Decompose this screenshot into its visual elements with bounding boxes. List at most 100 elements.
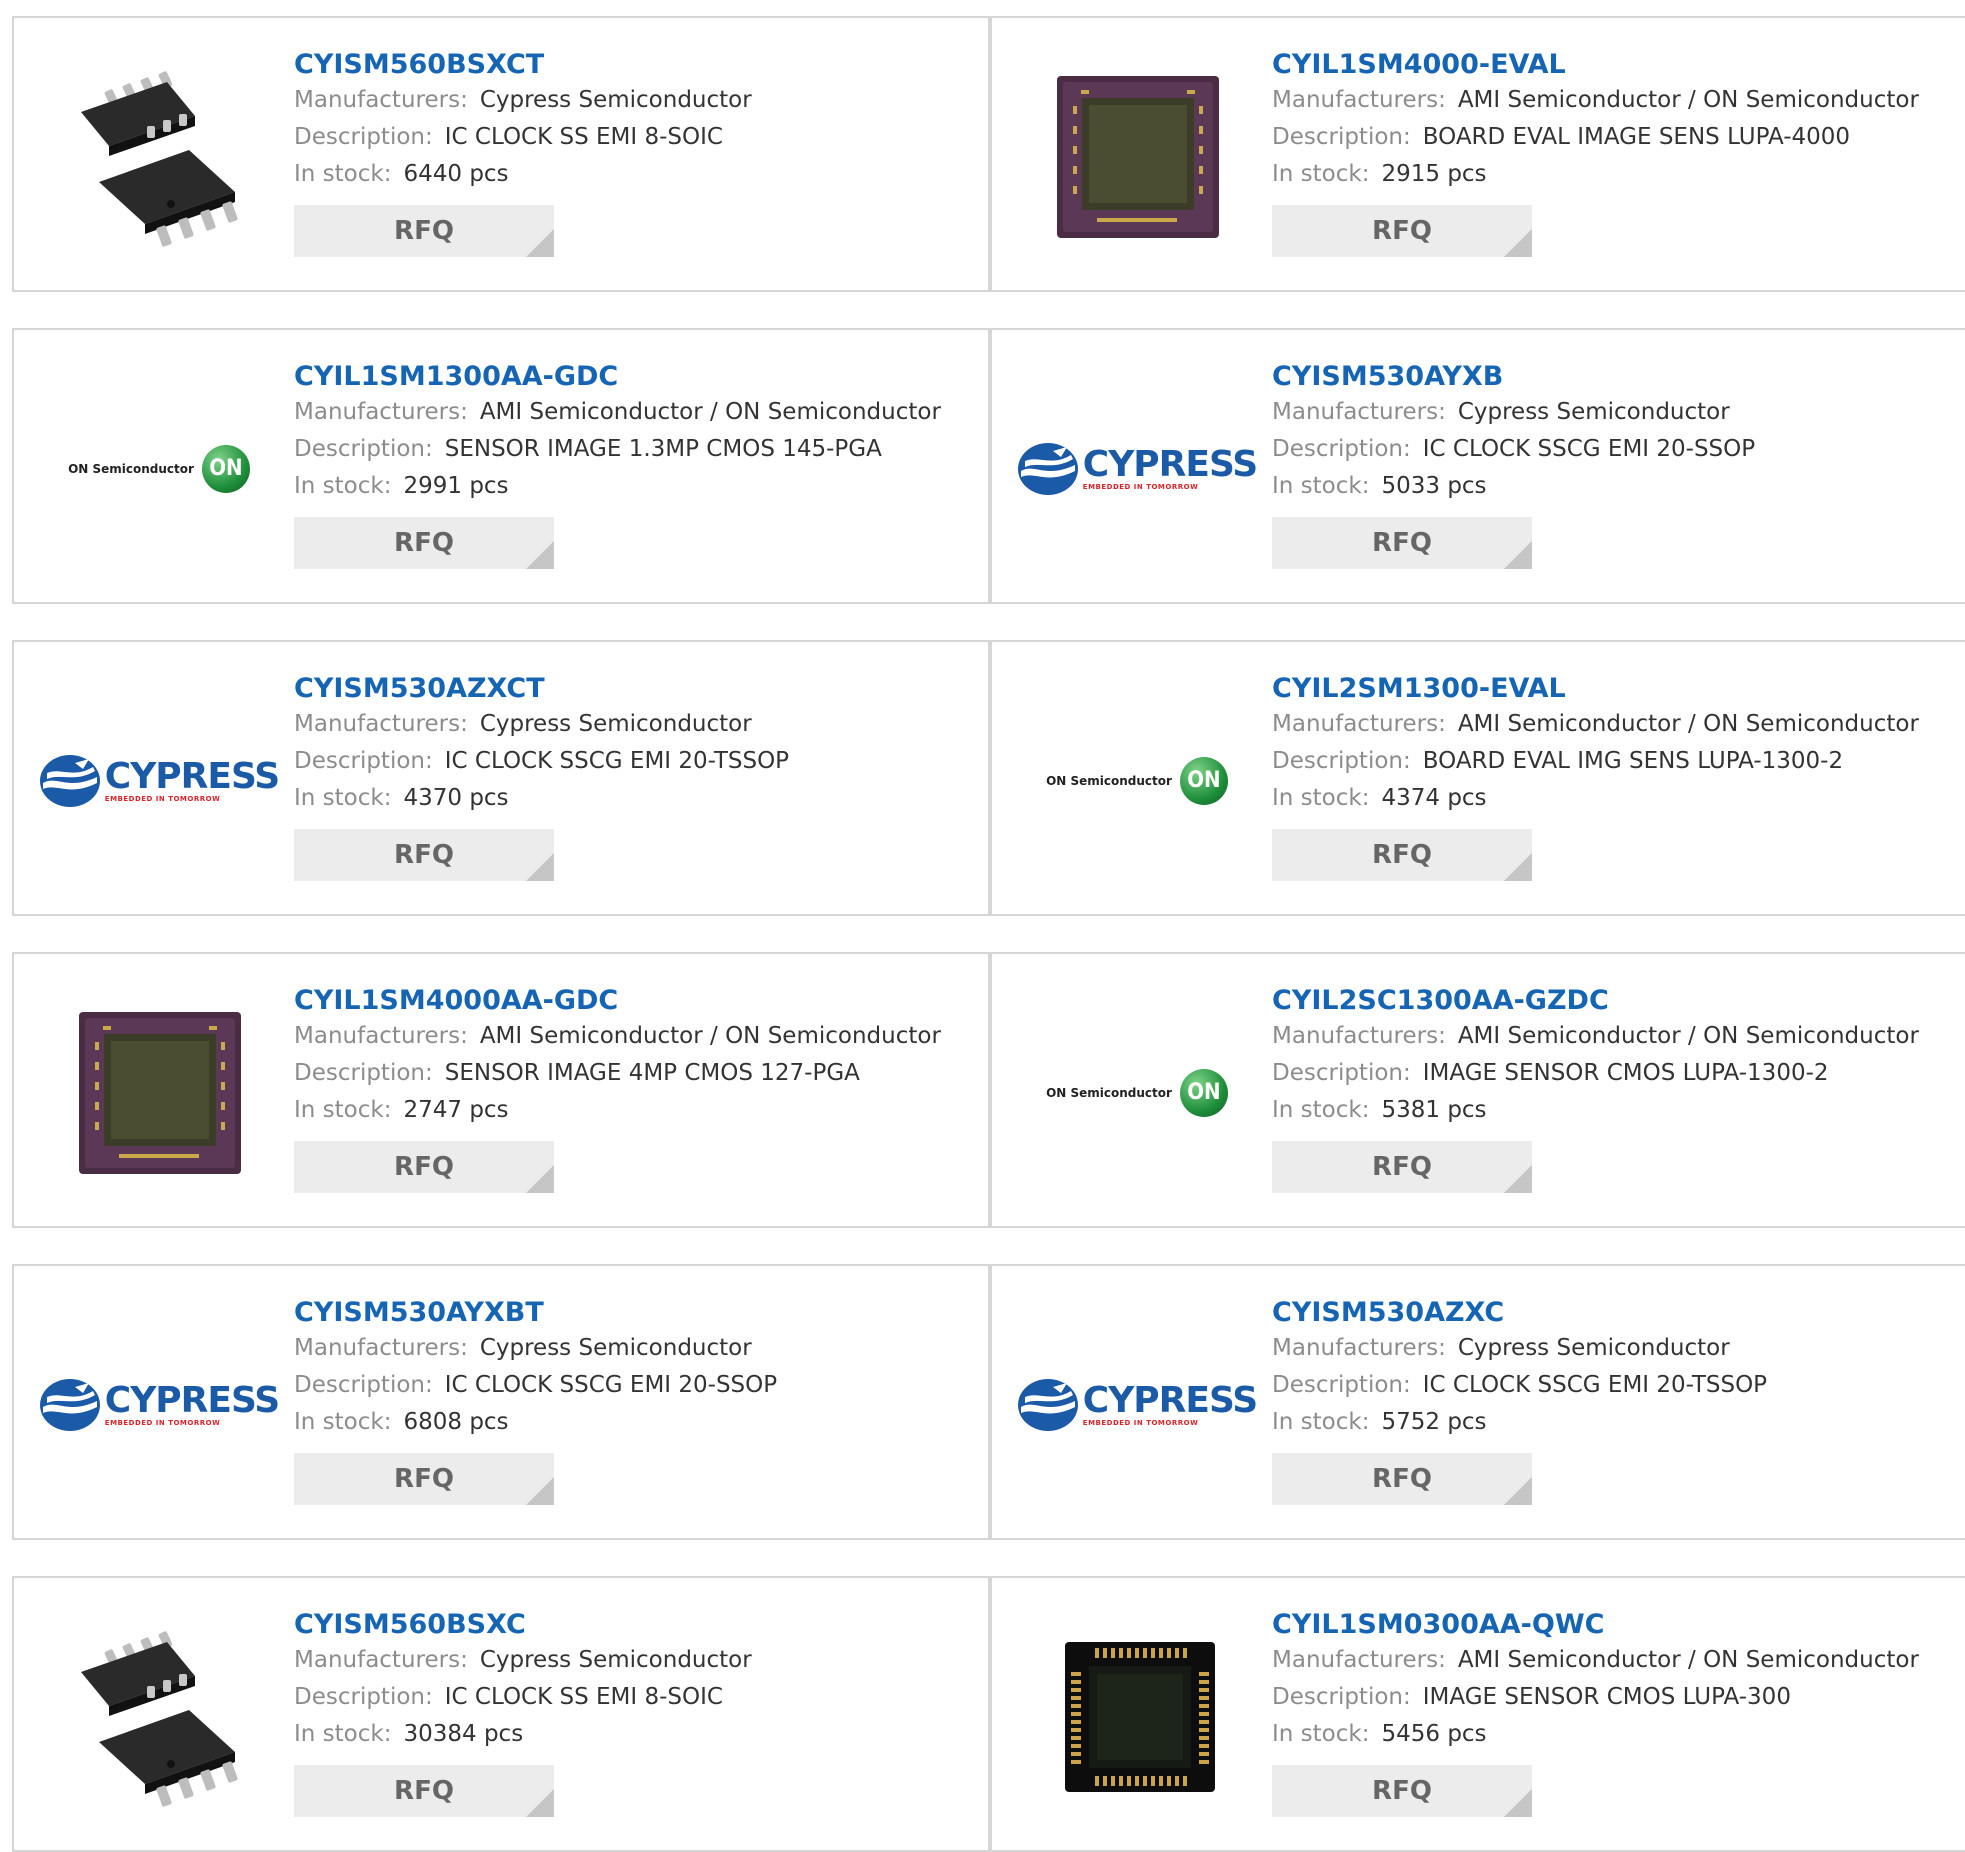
description-label: Description: [294,748,433,774]
manufacturer-row: Manufacturers: AMI Semiconductor / ON Sem… [1272,82,1965,119]
part-number-link[interactable]: CYISM530AYXBT [294,1296,978,1330]
description-label: Description: [1272,436,1411,462]
description-row: Description: BOARD EVAL IMG SENS LUPA-130… [1272,743,1965,780]
stock-value: 4370 pcs [403,785,509,811]
description-value: BOARD EVAL IMAGE SENS LUPA-4000 [1422,124,1851,150]
stock-row: In stock: 2747 pcs [294,1092,978,1129]
rfq-label: RFQ [1372,528,1432,558]
image-sensor-chip-image[interactable] [54,990,264,1195]
product-info: CYIL2SM1300-EVAL Manufacturers: AMI Semico… [1272,672,1965,881]
manufacturer-row: Manufacturers: Cypress Semiconductor [294,82,978,119]
manufacturer-value: Cypress Semiconductor [479,1647,752,1673]
part-number-link[interactable]: CYIL2SM1300-EVAL [1272,672,1965,706]
description-row: Description: IC CLOCK SSCG EMI 20-SSOP [1272,431,1965,468]
description-row: Description: IMAGE SENSOR CMOS LUPA-1300-… [1272,1055,1965,1092]
manufacturer-label: Manufacturers: [294,87,468,113]
on-semiconductor-logo[interactable]: ON Semiconductor ON [1032,990,1242,1195]
part-number-link[interactable]: CYIL1SM4000AA-GDC [294,984,978,1018]
part-number-link[interactable]: CYISM530AZXCT [294,672,978,706]
lcc-sensor-chip-image[interactable] [1032,1614,1242,1819]
stock-label: In stock: [294,785,392,811]
rfq-button[interactable]: RFQ [294,1765,554,1817]
description-row: Description: IC CLOCK SSCG EMI 20-TSSOP [1272,1367,1965,1404]
image-sensor-chip-image[interactable] [1032,54,1242,259]
stock-row: In stock: 4370 pcs [294,780,978,817]
rfq-corner-decoration [1504,229,1532,257]
manufacturer-label: Manufacturers: [1272,87,1446,113]
product-card: CYISM560BSXCT Manufacturers: Cypress Semic… [12,16,990,292]
description-value: IMAGE SENSOR CMOS LUPA-300 [1422,1684,1791,1710]
stock-row: In stock: 5456 pcs [1272,1716,1965,1753]
part-number-link[interactable]: CYISM560BSXCT [294,48,978,82]
on-semiconductor-logo[interactable]: ON Semiconductor ON [54,366,264,571]
part-number-link[interactable]: CYIL1SM1300AA-GDC [294,360,978,394]
rfq-label: RFQ [1372,1776,1432,1806]
rfq-button[interactable]: RFQ [1272,205,1532,257]
stock-label: In stock: [294,1721,392,1747]
rfq-button[interactable]: RFQ [294,829,554,881]
stock-row: In stock: 30384 pcs [294,1716,978,1753]
part-number-link[interactable]: CYIL1SM0300AA-QWC [1272,1608,1965,1642]
stock-label: In stock: [294,473,392,499]
soic-chip-image[interactable] [54,54,264,259]
product-card: CYPRESS EMBEDDED IN TOMORROW CYISM530AZXC M… [990,1264,1965,1540]
cypress-logo[interactable]: CYPRESS EMBEDDED IN TOMORROW [39,678,280,883]
manufacturer-row: Manufacturers: AMI Semiconductor / ON Sem… [294,394,978,431]
description-value: IC CLOCK SS EMI 8-SOIC [444,124,723,150]
rfq-corner-decoration [526,229,554,257]
stock-value: 2915 pcs [1381,161,1487,187]
stock-value: 30384 pcs [403,1721,524,1747]
part-number-link[interactable]: CYIL2SC1300AA-GZDC [1272,984,1965,1018]
part-number-link[interactable]: CYISM560BSXC [294,1608,978,1642]
rfq-corner-decoration [526,1477,554,1505]
manufacturer-label: Manufacturers: [1272,1023,1446,1049]
soic-chip-image[interactable] [54,1614,264,1819]
manufacturer-value: AMI Semiconductor / ON Semiconductor [1457,1647,1919,1673]
product-info: CYIL1SM1300AA-GDC Manufacturers: AMI Semic… [294,360,978,569]
rfq-button[interactable]: RFQ [294,1453,554,1505]
rfq-button[interactable]: RFQ [294,205,554,257]
rfq-button[interactable]: RFQ [1272,517,1532,569]
description-row: Description: SENSOR IMAGE 1.3MP CMOS 145-… [294,431,978,468]
rfq-button[interactable]: RFQ [1272,1141,1532,1193]
rfq-button[interactable]: RFQ [1272,1453,1532,1505]
description-row: Description: IC CLOCK SSCG EMI 20-SSOP [294,1367,978,1404]
part-number-link[interactable]: CYIL1SM4000-EVAL [1272,48,1965,82]
rfq-button[interactable]: RFQ [294,517,554,569]
rfq-button[interactable]: RFQ [1272,1765,1532,1817]
manufacturer-row: Manufacturers: AMI Semiconductor / ON Sem… [1272,1642,1965,1679]
cypress-logo[interactable]: CYPRESS EMBEDDED IN TOMORROW [1017,1302,1258,1507]
part-number-link[interactable]: CYISM530AZXC [1272,1296,1965,1330]
product-card: CYPRESS EMBEDDED IN TOMORROW CYISM530AYXBT… [12,1264,990,1540]
stock-row: In stock: 5381 pcs [1272,1092,1965,1129]
stock-value: 5752 pcs [1381,1409,1487,1435]
cypress-logo[interactable]: CYPRESS EMBEDDED IN TOMORROW [39,1302,280,1507]
rfq-label: RFQ [394,528,454,558]
manufacturer-value: Cypress Semiconductor [1457,1335,1730,1361]
product-card: ON Semiconductor ON CYIL2SM1300-EVAL Manufa… [990,640,1965,916]
rfq-button[interactable]: RFQ [294,1141,554,1193]
stock-value: 5456 pcs [1381,1721,1487,1747]
description-label: Description: [1272,1684,1411,1710]
description-value: IC CLOCK SSCG EMI 20-TSSOP [444,748,790,774]
description-value: IC CLOCK SSCG EMI 20-SSOP [1422,436,1756,462]
on-semiconductor-logo[interactable]: ON Semiconductor ON [1032,678,1242,883]
description-label: Description: [294,1372,433,1398]
product-card: ON Semiconductor ON CYIL1SM1300AA-GDC Manuf… [12,328,990,604]
part-number-link[interactable]: CYISM530AYXB [1272,360,1965,394]
manufacturer-label: Manufacturers: [294,711,468,737]
product-card: CYPRESS EMBEDDED IN TOMORROW CYISM530AZXCT… [12,640,990,916]
stock-label: In stock: [1272,1721,1370,1747]
manufacturer-row: Manufacturers: AMI Semiconductor / ON Sem… [1272,1018,1965,1055]
rfq-corner-decoration [1504,1477,1532,1505]
description-value: IMAGE SENSOR CMOS LUPA-1300-2 [1422,1060,1829,1086]
cypress-logo[interactable]: CYPRESS EMBEDDED IN TOMORROW [1017,366,1258,571]
description-row: Description: SENSOR IMAGE 4MP CMOS 127-PG… [294,1055,978,1092]
rfq-button[interactable]: RFQ [1272,829,1532,881]
description-label: Description: [294,1060,433,1086]
stock-label: In stock: [1272,785,1370,811]
stock-row: In stock: 6808 pcs [294,1404,978,1441]
rfq-corner-decoration [1504,541,1532,569]
product-card: CYPRESS EMBEDDED IN TOMORROW CYISM530AYXB M… [990,328,1965,604]
description-value: IC CLOCK SSCG EMI 20-TSSOP [1422,1372,1768,1398]
